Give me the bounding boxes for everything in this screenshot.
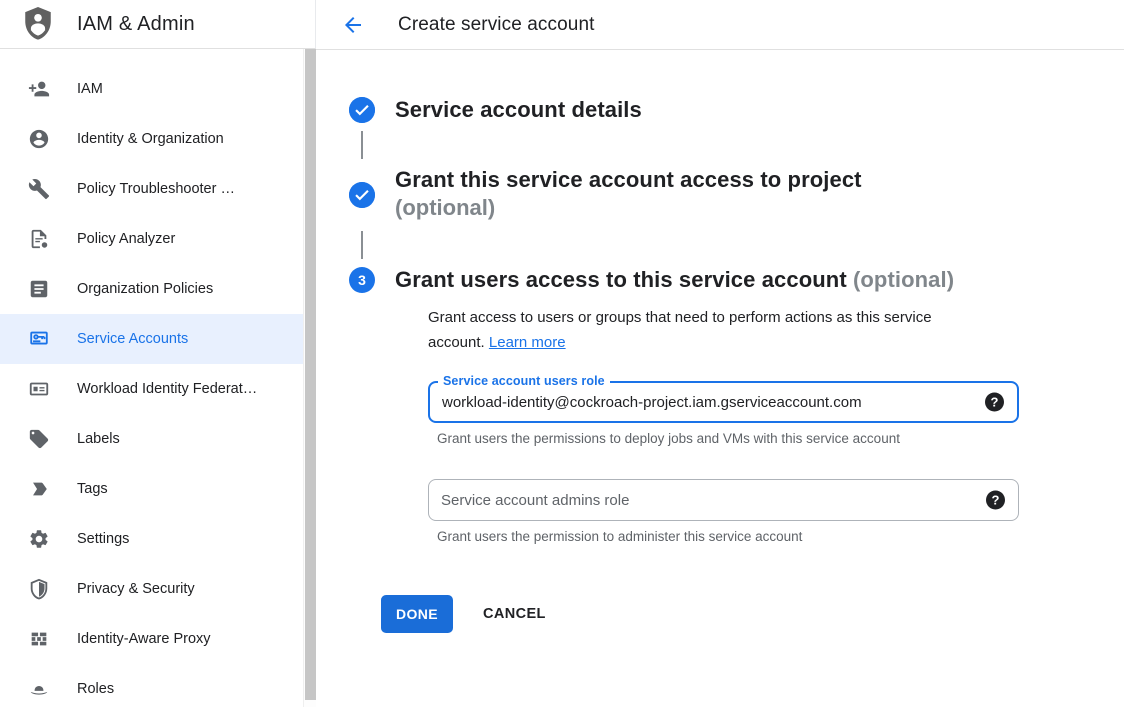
service-account-users-role-label: Service account users role bbox=[438, 374, 610, 388]
step-3-row: 3 Grant users access to this service acc… bbox=[349, 267, 1124, 293]
iam-admin-shield-logo-icon bbox=[20, 4, 56, 44]
sidebar-item-label: Policy Troubleshooter … bbox=[77, 181, 235, 197]
step-3-title: Grant users access to this service accou… bbox=[395, 267, 954, 293]
step-3-optional-label: (optional) bbox=[853, 267, 954, 292]
step-3-form: Grant access to users or groups that nee… bbox=[428, 305, 1124, 545]
step-2-title: Grant this service account access to pro… bbox=[395, 167, 862, 193]
gear-icon bbox=[27, 527, 51, 551]
service-account-users-role-input[interactable] bbox=[430, 383, 1017, 421]
sidebar-item-label: Organization Policies bbox=[77, 281, 213, 297]
step-1-row: Service account details bbox=[349, 97, 1124, 123]
main-panel: Create service account Service account d… bbox=[316, 0, 1124, 707]
sidebar-scrollbar-thumb[interactable] bbox=[305, 49, 316, 700]
help-icon[interactable]: ? bbox=[985, 393, 1004, 412]
badge-card-icon bbox=[27, 377, 51, 401]
sidebar-item-labels[interactable]: Labels bbox=[0, 414, 316, 464]
step-1-title: Service account details bbox=[395, 97, 642, 123]
sidebar-item-label: Labels bbox=[77, 431, 120, 447]
step-3-number-badge: 3 bbox=[349, 267, 375, 293]
sidebar-header: IAM & Admin bbox=[0, 0, 316, 49]
sidebar-item-privacy-security[interactable]: Privacy & Security bbox=[0, 564, 316, 614]
sidebar-item-label: IAM bbox=[77, 81, 103, 97]
sidebar-item-workload-identity-federation[interactable]: Workload Identity Federat… bbox=[0, 364, 316, 414]
stepper: Service account details Grant this servi… bbox=[316, 50, 1124, 633]
sidebar-item-organization-policies[interactable]: Organization Policies bbox=[0, 264, 316, 314]
sidebar-scrollbar[interactable] bbox=[303, 49, 316, 707]
sidebar-item-label: Settings bbox=[77, 531, 129, 547]
done-button[interactable]: DONE bbox=[381, 595, 453, 633]
app-window: IAM & Admin IAM Identity & Organization bbox=[0, 0, 1124, 707]
service-account-key-icon bbox=[27, 327, 51, 351]
step-connector bbox=[361, 231, 363, 259]
sidebar-item-service-accounts[interactable]: Service Accounts bbox=[0, 314, 316, 364]
help-icon[interactable]: ? bbox=[986, 491, 1005, 510]
sidebar-item-identity-organization[interactable]: Identity & Organization bbox=[0, 114, 316, 164]
article-icon bbox=[27, 277, 51, 301]
step-connector bbox=[361, 131, 363, 159]
sidebar-nav: IAM Identity & Organization Policy Troub… bbox=[0, 49, 316, 707]
learn-more-link[interactable]: Learn more bbox=[489, 334, 566, 351]
step-2-optional-label: (optional) bbox=[395, 193, 862, 223]
sidebar-item-label: Identity & Organization bbox=[77, 131, 224, 147]
document-gear-icon bbox=[27, 227, 51, 251]
step-1-completed-check-icon bbox=[349, 97, 375, 123]
shield-half-icon bbox=[27, 577, 51, 601]
step-2-row: Grant this service account access to pro… bbox=[349, 167, 1124, 223]
sidebar-title: IAM & Admin bbox=[77, 13, 195, 36]
form-actions: DONE CANCEL bbox=[381, 595, 1124, 633]
person-add-icon bbox=[27, 77, 51, 101]
admins-role-helper-text: Grant users the permission to administer… bbox=[437, 529, 1124, 545]
users-role-helper-text: Grant users the permissions to deploy jo… bbox=[437, 431, 1124, 447]
sidebar-item-identity-aware-proxy[interactable]: Identity-Aware Proxy bbox=[0, 614, 316, 664]
step-2-completed-check-icon bbox=[349, 182, 375, 208]
sidebar-item-label: Service Accounts bbox=[77, 331, 188, 347]
page-header: Create service account bbox=[316, 0, 1124, 50]
sidebar-item-roles[interactable]: Roles bbox=[0, 664, 316, 707]
sidebar-item-label: Privacy & Security bbox=[77, 581, 195, 597]
sidebar-item-label: Roles bbox=[77, 681, 114, 697]
proxy-blocks-icon bbox=[27, 627, 51, 651]
account-circle-icon bbox=[27, 127, 51, 151]
sidebar-item-policy-troubleshooter[interactable]: Policy Troubleshooter … bbox=[0, 164, 316, 214]
sidebar-item-label: Workload Identity Federat… bbox=[77, 381, 257, 397]
label-important-icon bbox=[27, 477, 51, 501]
step-3-number: 3 bbox=[358, 272, 366, 288]
sidebar-item-tags[interactable]: Tags bbox=[0, 464, 316, 514]
page-title: Create service account bbox=[398, 14, 595, 36]
service-account-admins-role-input[interactable] bbox=[429, 480, 1018, 520]
sidebar: IAM & Admin IAM Identity & Organization bbox=[0, 0, 316, 707]
sidebar-item-label: Identity-Aware Proxy bbox=[77, 631, 211, 647]
sidebar-item-label: Policy Analyzer bbox=[77, 231, 175, 247]
sidebar-item-policy-analyzer[interactable]: Policy Analyzer bbox=[0, 214, 316, 264]
service-account-admins-role-field: ? bbox=[428, 479, 1019, 521]
wrench-icon bbox=[27, 177, 51, 201]
cancel-button[interactable]: CANCEL bbox=[483, 606, 546, 622]
sidebar-item-iam[interactable]: IAM bbox=[0, 64, 316, 114]
sidebar-item-label: Tags bbox=[77, 481, 108, 497]
step-3-description: Grant access to users or groups that nee… bbox=[428, 305, 984, 355]
arrow-back-icon[interactable] bbox=[341, 13, 365, 37]
step-3-title-text: Grant users access to this service accou… bbox=[395, 267, 847, 292]
service-account-users-role-field: Service account users role ? bbox=[428, 381, 1019, 423]
tag-icon bbox=[27, 427, 51, 451]
sidebar-item-settings[interactable]: Settings bbox=[0, 514, 316, 564]
hat-icon bbox=[27, 677, 51, 701]
